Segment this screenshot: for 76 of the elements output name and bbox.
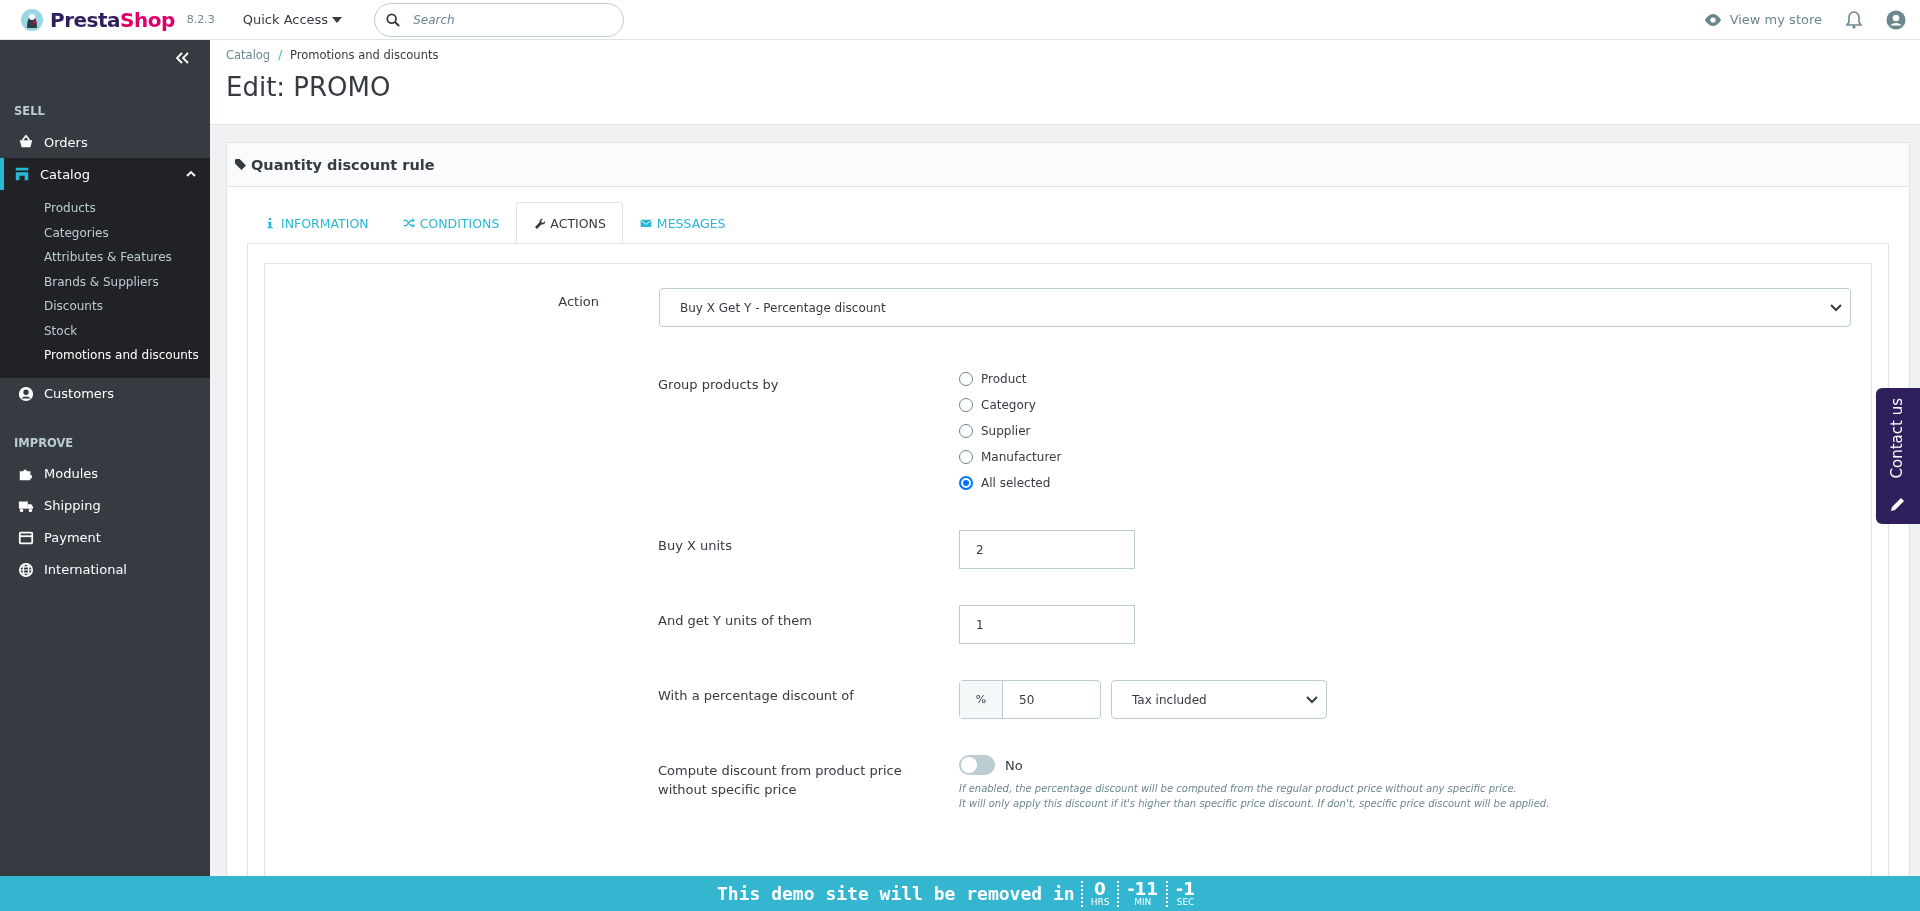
- caret-icon: [332, 16, 343, 23]
- section-heading: SELL: [13, 103, 46, 120]
- number-field[interactable]: 1: [959, 605, 1135, 644]
- radio-option[interactable]: Category: [959, 395, 1062, 414]
- contact-us-tab[interactable]: Contact us: [1876, 388, 1920, 524]
- submenu-item[interactable]: Stock: [0, 318, 210, 343]
- tag-icon: [235, 159, 246, 170]
- quick-access-menu[interactable]: Quick Access: [242, 12, 343, 27]
- countdown-value: -1: [1176, 880, 1195, 898]
- percent-addon: %: [960, 681, 1003, 718]
- eye-icon: [1703, 13, 1722, 26]
- logo-text: PrestaShop: [50, 7, 175, 32]
- tab[interactable]: ACTIONS: [516, 202, 623, 243]
- nav-item[interactable]: Shipping: [0, 489, 210, 522]
- search-field[interactable]: Search: [374, 2, 625, 37]
- toggle-state: No: [1005, 757, 1023, 773]
- countdown-value: -11: [1127, 880, 1159, 898]
- help-text: If enabled, the percentage discount will be computed from the regular product price without any specific price. It will only apply this discount if it's higher than specific price discount. If don't, specific price discount will be applied.: [959, 782, 1550, 811]
- field-label: With a percentage discount of: [658, 687, 855, 705]
- field-label: And get Y units of them: [658, 612, 813, 630]
- version-label: 8.2.3: [186, 13, 215, 26]
- chevron-down-icon: [1306, 695, 1318, 704]
- field-label: Group products by: [658, 376, 780, 394]
- submenu-item[interactable]: Categories: [0, 220, 210, 245]
- banner-text: This demo site will be removed in: [717, 883, 1075, 904]
- breadcrumb-separator: /: [278, 48, 283, 62]
- percent-field[interactable]: % 50: [959, 680, 1101, 719]
- submenu-item[interactable]: Attributes & Features: [0, 245, 210, 270]
- card-icon: [18, 529, 34, 546]
- nav-item[interactable]: International: [0, 553, 210, 586]
- wrench-icon: [533, 217, 546, 229]
- countdown-value: 0: [1094, 880, 1106, 898]
- envelope-icon: [639, 217, 652, 229]
- shuffle-icon: [402, 217, 415, 229]
- page-title: Edit: PROMO: [226, 72, 392, 102]
- nav-item[interactable]: Payment: [0, 521, 210, 554]
- submenu-item[interactable]: Discounts: [0, 294, 210, 319]
- nav-item[interactable]: Orders: [0, 126, 210, 158]
- info-icon: [264, 217, 276, 229]
- countdown-label: SEC: [1176, 897, 1195, 907]
- nav-item[interactable]: Catalog: [0, 158, 210, 190]
- field-label: Compute discount from product price without specific price: [658, 762, 903, 799]
- section-heading: IMPROVE: [13, 434, 75, 452]
- nav-item[interactable]: Customers: [0, 377, 210, 410]
- collapse-icon[interactable]: [176, 52, 190, 64]
- toggle-switch[interactable]: [959, 755, 995, 775]
- countdown-label: MIN: [1134, 897, 1152, 907]
- pencil-icon: [1890, 496, 1906, 512]
- store-icon: [14, 166, 30, 182]
- radio-option[interactable]: Manufacturer: [959, 447, 1062, 466]
- field-label: Buy X units: [658, 537, 733, 555]
- radio-option[interactable]: All selected: [959, 473, 1062, 492]
- breadcrumb-link[interactable]: Promotions and discounts: [290, 48, 439, 62]
- search-icon: [386, 12, 401, 27]
- submenu-item[interactable]: Products: [0, 196, 210, 221]
- countdown-label: HRS: [1090, 897, 1110, 907]
- radio-option[interactable]: Supplier: [959, 421, 1062, 440]
- tax-dropdown[interactable]: Tax included: [1111, 680, 1327, 719]
- nav-item[interactable]: Modules: [0, 457, 210, 490]
- number-field[interactable]: 2: [959, 530, 1135, 569]
- notification-bell-icon[interactable]: [1846, 10, 1862, 29]
- field-label: Action: [557, 293, 599, 311]
- radio-option[interactable]: Product: [959, 369, 1062, 388]
- penguin-logo-icon: [20, 7, 44, 32]
- view-store-link[interactable]: View my store: [1703, 12, 1822, 27]
- action-dropdown[interactable]: Buy X Get Y - Percentage discount: [659, 288, 1851, 327]
- globe-icon: [18, 561, 34, 578]
- submenu-item[interactable]: Promotions and discounts: [0, 343, 210, 368]
- breadcrumb-link[interactable]: Catalog: [226, 48, 271, 62]
- radio-button[interactable]: [959, 475, 973, 490]
- chevron-down-icon: [1830, 303, 1842, 312]
- user-icon: [18, 385, 34, 402]
- basket-icon: [18, 134, 34, 150]
- panel-title: Quantity discount rule: [251, 156, 435, 173]
- account-icon[interactable]: [1886, 9, 1906, 30]
- submenu-item[interactable]: Brands & Suppliers: [0, 269, 210, 294]
